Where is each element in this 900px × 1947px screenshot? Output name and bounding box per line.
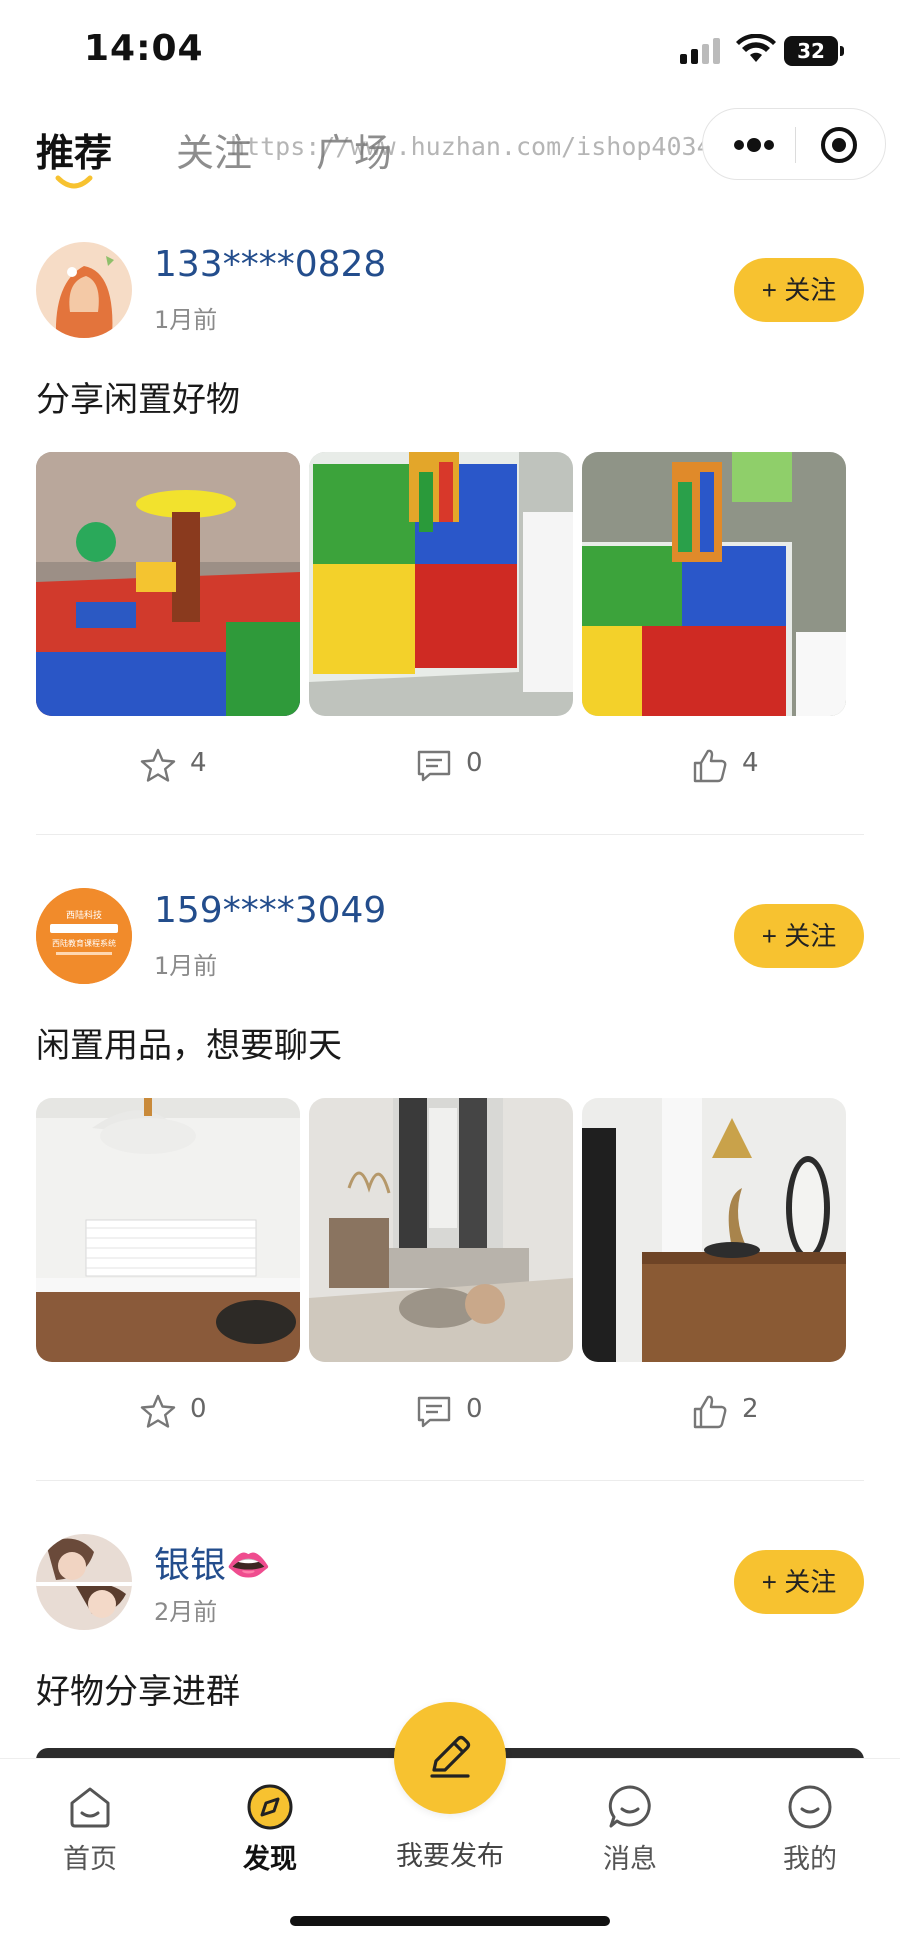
post-photo[interactable] xyxy=(309,452,573,716)
home-icon xyxy=(70,1787,110,1828)
publish-label: 我要发布 xyxy=(396,1841,504,1872)
watermark-text: https://www.huzhan.com/ishop40340 xyxy=(230,132,727,161)
comment-icon xyxy=(417,750,451,782)
tab-recommend[interactable]: 推荐 xyxy=(36,122,112,177)
post-photos xyxy=(36,1098,846,1362)
favorite-count: 4 xyxy=(190,748,207,778)
profile-icon xyxy=(788,1785,832,1829)
like-count: 4 xyxy=(742,748,759,778)
tabbar-mine-label: 我的 xyxy=(783,1844,837,1875)
post-text: 分享闲置好物 xyxy=(36,380,240,420)
avatar-brand-text: 西陆科技 xyxy=(66,909,102,920)
battery-level: 32 xyxy=(784,36,838,66)
post-photo[interactable] xyxy=(36,1098,300,1362)
tabbar-home[interactable]: 首页 xyxy=(30,1783,150,1883)
post-divider xyxy=(36,834,864,835)
publish-button[interactable] xyxy=(394,1702,506,1814)
post-divider xyxy=(36,1480,864,1481)
post-username[interactable]: 银银👄 xyxy=(154,1536,271,1588)
follow-button[interactable]: + 关注 xyxy=(734,258,864,322)
tabbar-messages-label: 消息 xyxy=(603,1844,657,1875)
post-username[interactable]: 159****3049 xyxy=(154,890,386,931)
home-indicator xyxy=(290,1916,610,1926)
cellular-signal-icon xyxy=(680,38,720,64)
status-bar: 14:04 32 xyxy=(0,0,900,100)
tab-active-indicator xyxy=(55,175,93,189)
tabbar-messages[interactable]: 消息 xyxy=(570,1783,690,1883)
status-time: 14:04 xyxy=(84,28,204,69)
thumbs-up-icon xyxy=(693,1395,727,1429)
tabbar-mine[interactable]: 我的 xyxy=(750,1783,870,1883)
tabbar-discover-label: 发现 xyxy=(243,1844,297,1875)
comment-count: 0 xyxy=(466,1394,483,1424)
post-card: 133****0828 1月前 + 关注 分享闲置好物 4 0 4 xyxy=(0,242,900,842)
comment-count: 0 xyxy=(466,748,483,778)
star-icon xyxy=(140,1394,176,1428)
like-count: 2 xyxy=(742,1394,759,1424)
pencil-icon xyxy=(430,1735,471,1778)
post-photos xyxy=(36,452,846,716)
post-photo[interactable] xyxy=(582,1098,846,1362)
wifi-icon xyxy=(736,34,776,62)
close-miniprogram-icon[interactable] xyxy=(819,125,859,165)
miniprogram-capsule xyxy=(702,108,886,180)
post-time: 2月前 xyxy=(154,1598,218,1626)
post-actions: 0 0 2 xyxy=(0,1388,900,1438)
post-username[interactable]: 133****0828 xyxy=(154,244,386,285)
avatar[interactable]: 西陆科技 西陆教育课程系统 xyxy=(36,888,132,984)
post-actions: 4 0 4 xyxy=(0,742,900,792)
favorite-count: 0 xyxy=(190,1394,207,1424)
comment-icon xyxy=(417,1396,451,1428)
avatar-product-text: 西陆教育课程系统 xyxy=(52,938,116,948)
compass-icon xyxy=(247,1784,293,1830)
follow-button[interactable]: + 关注 xyxy=(734,1550,864,1614)
post-text: 好物分享进群 xyxy=(36,1672,240,1712)
battery-icon: 32 xyxy=(784,36,844,66)
post-time: 1月前 xyxy=(154,952,218,980)
star-icon xyxy=(140,748,176,782)
capsule-divider xyxy=(795,127,796,163)
tabbar-discover[interactable]: 发现 xyxy=(210,1783,330,1883)
avatar[interactable] xyxy=(36,1534,132,1630)
thumbs-up-icon xyxy=(693,749,727,783)
post-card: 西陆科技 西陆教育课程系统 159****3049 1月前 + 关注 闲置用品，… xyxy=(0,888,900,1488)
post-photo[interactable] xyxy=(36,452,300,716)
tabbar-home-label: 首页 xyxy=(63,1844,117,1875)
more-dots-icon[interactable] xyxy=(731,133,777,157)
post-photo[interactable] xyxy=(309,1098,573,1362)
avatar[interactable] xyxy=(36,242,132,338)
follow-button[interactable]: + 关注 xyxy=(734,904,864,968)
post-text: 闲置用品，想要聊天 xyxy=(36,1026,342,1066)
post-time: 1月前 xyxy=(154,306,218,334)
post-photo[interactable] xyxy=(582,452,846,716)
message-icon xyxy=(608,1785,651,1828)
